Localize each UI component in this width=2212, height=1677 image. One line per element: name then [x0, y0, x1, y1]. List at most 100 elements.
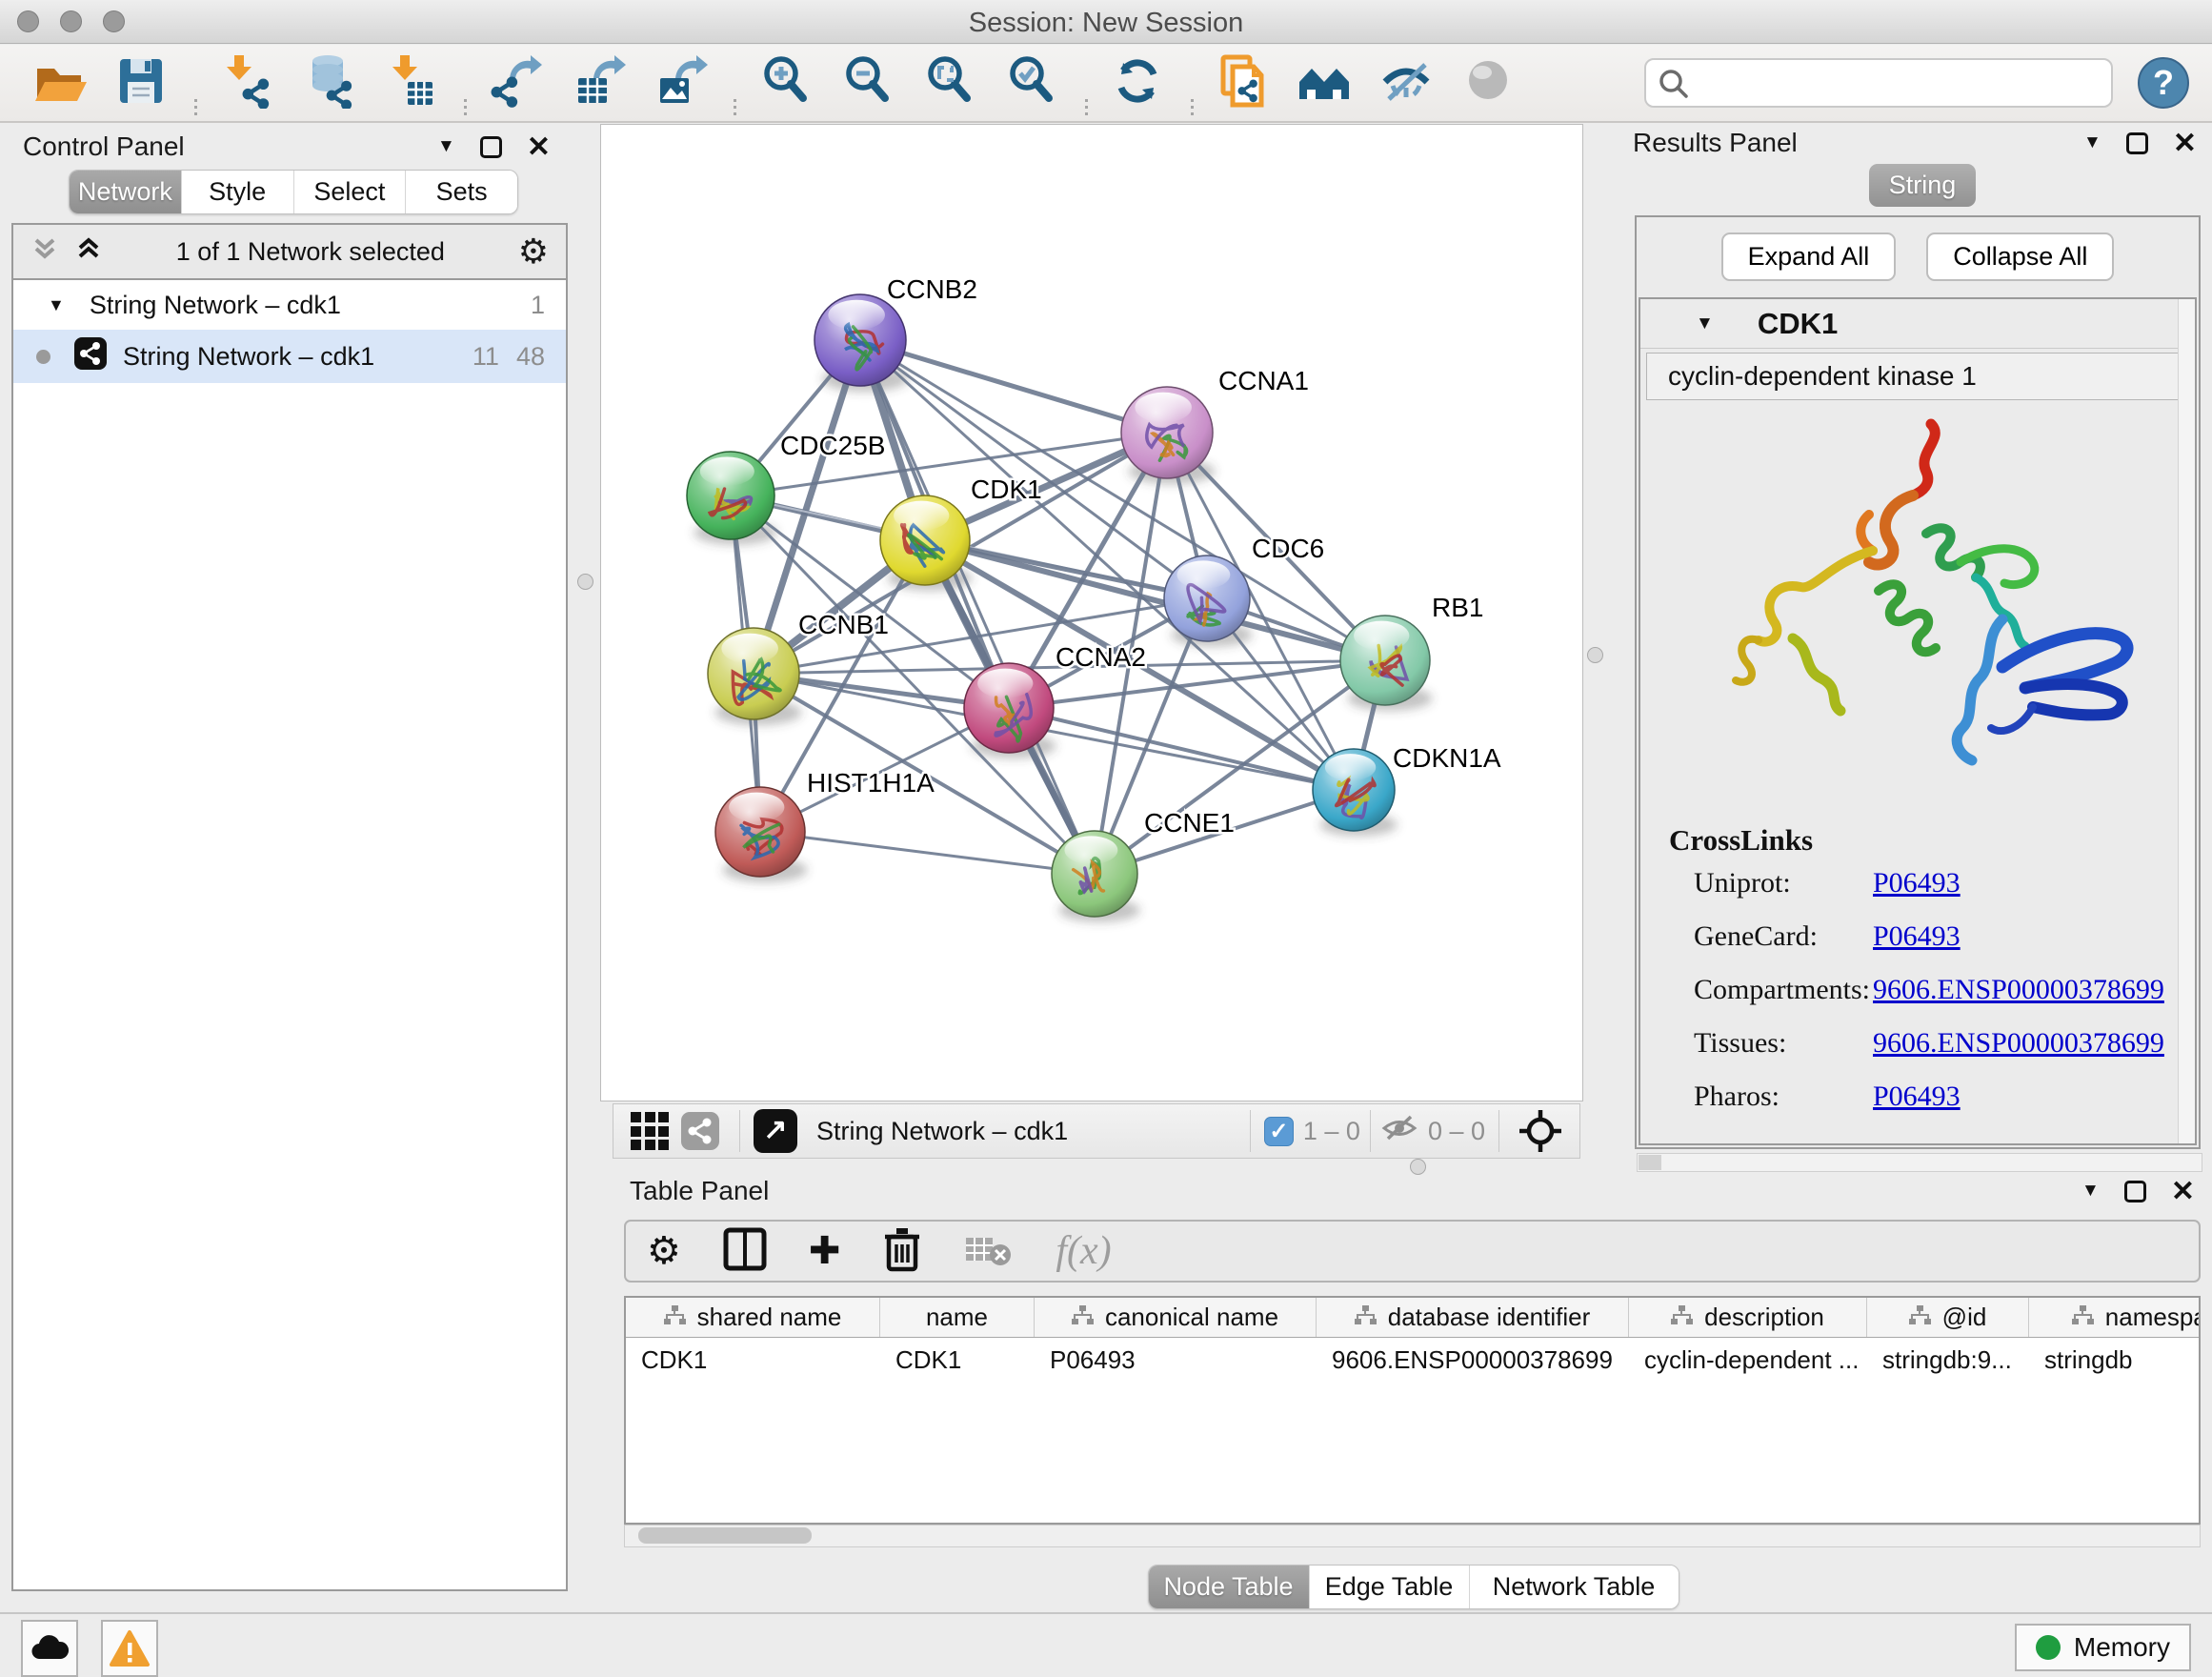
- string-home-button[interactable]: [1295, 51, 1356, 111]
- tab-network[interactable]: Network: [70, 171, 181, 213]
- zoom-out-button[interactable]: [837, 51, 898, 111]
- results-panel-float-icon[interactable]: [2126, 132, 2148, 154]
- hide-graphics-button[interactable]: [1377, 51, 1438, 111]
- table-cell[interactable]: CDK1: [626, 1338, 880, 1380]
- delete-column-trash-icon[interactable]: [882, 1225, 922, 1278]
- results-panel-menu-icon[interactable]: ▼: [2083, 132, 2101, 153]
- warnings-button[interactable]: [101, 1620, 158, 1677]
- crosslink-link[interactable]: 9606.ENSP00000378699: [1873, 1027, 2164, 1060]
- crosslink-link[interactable]: 9606.ENSP00000378699: [1873, 974, 2164, 1006]
- table-cell[interactable]: CDK1: [880, 1338, 1035, 1380]
- memory-button[interactable]: Memory: [2015, 1624, 2191, 1671]
- search-input[interactable]: [1644, 58, 2113, 108]
- table-hscrollbar[interactable]: [624, 1525, 2201, 1547]
- control-panel-menu-icon[interactable]: ▼: [437, 136, 455, 157]
- column-header-shared-name[interactable]: shared name: [626, 1298, 880, 1337]
- node-CCNA1[interactable]: [1121, 387, 1213, 478]
- node-RB1[interactable]: [1340, 616, 1430, 705]
- node-CDC25B[interactable]: [687, 452, 774, 539]
- tab-style[interactable]: Style: [181, 171, 293, 213]
- crosslink-link[interactable]: P06493: [1873, 920, 1961, 953]
- zoom-fit-button[interactable]: [919, 51, 980, 111]
- network-view-share-icon[interactable]: [680, 1111, 720, 1151]
- cdk1-collapse-icon[interactable]: ▼: [1696, 313, 1714, 334]
- save-session-button[interactable]: [111, 51, 171, 111]
- create-column-icon[interactable]: ✚: [809, 1230, 841, 1272]
- column-header-description[interactable]: description: [1629, 1298, 1867, 1337]
- column-header-database-identifier[interactable]: database identifier: [1317, 1298, 1629, 1337]
- fit-content-crosshair-icon[interactable]: [1518, 1109, 1562, 1153]
- node-CDC6[interactable]: [1164, 556, 1250, 641]
- column-header-@id[interactable]: @id: [1867, 1298, 2029, 1337]
- copy-network-button[interactable]: [1213, 51, 1274, 111]
- export-network-button[interactable]: [486, 51, 547, 111]
- collapse-all-button[interactable]: Collapse All: [1926, 232, 2114, 281]
- node-CCNA2[interactable]: [964, 663, 1054, 753]
- node-HIST1H1A[interactable]: [715, 787, 805, 877]
- zoom-in-icon: [758, 53, 814, 109]
- results-hscrollbar[interactable]: [1637, 1153, 2202, 1172]
- table-cell[interactable]: P06493: [1035, 1338, 1317, 1380]
- selected-items-checkbox[interactable]: ✓: [1264, 1117, 1294, 1146]
- left-splitter-handle[interactable]: [577, 574, 593, 590]
- tab-network-table[interactable]: Network Table: [1469, 1566, 1679, 1608]
- network-canvas[interactable]: CCNB2CCNA1CDC25BCDK1CDC6RB1CCNB1CCNA2CDK…: [600, 124, 1583, 1101]
- column-header-name[interactable]: name: [880, 1298, 1035, 1337]
- birdseye-view-icon[interactable]: ↗: [754, 1109, 797, 1153]
- table-panel-close-icon[interactable]: ✕: [2171, 1181, 2195, 1202]
- table-tabs: Node TableEdge TableNetwork Table: [1148, 1565, 1679, 1609]
- crosslink-link[interactable]: P06493: [1873, 867, 1961, 899]
- apply-preferred-layout-button[interactable]: [1107, 51, 1168, 111]
- open-session-button[interactable]: [29, 51, 90, 111]
- cloud-status-button[interactable]: [21, 1620, 78, 1677]
- network-options-gear-icon[interactable]: ⚙: [518, 234, 549, 269]
- zoom-in-button[interactable]: [755, 51, 816, 111]
- hidden-items-eye-icon[interactable]: [1380, 1112, 1418, 1151]
- table-cell[interactable]: 9606.ENSP00000378699: [1317, 1338, 1629, 1380]
- control-panel-float-icon[interactable]: [480, 136, 502, 158]
- node-label-CCNB1: CCNB1: [798, 610, 889, 639]
- node-CDK1[interactable]: [880, 495, 970, 585]
- right-splitter-handle[interactable]: [1587, 647, 1603, 663]
- table-cell[interactable]: cyclin-dependent ...: [1629, 1338, 1867, 1380]
- control-panel-close-icon[interactable]: ✕: [527, 136, 551, 158]
- show-column-panel-icon[interactable]: [723, 1225, 767, 1278]
- export-table-button[interactable]: [568, 51, 629, 111]
- crosslink-link[interactable]: P06493: [1873, 1081, 1961, 1113]
- show-graphics-button[interactable]: [1458, 51, 1519, 111]
- import-network-file-button[interactable]: [216, 51, 277, 111]
- collection-expand-icon[interactable]: ▼: [48, 295, 65, 315]
- node-CCNE1[interactable]: [1052, 831, 1137, 917]
- tab-select[interactable]: Select: [293, 171, 406, 213]
- table-panel-menu-icon[interactable]: ▼: [2081, 1181, 2100, 1202]
- network-collection-row[interactable]: ▼ String Network – cdk1 1: [13, 280, 566, 330]
- expand-all-networks-icon[interactable]: [30, 234, 59, 270]
- table-panel-float-icon[interactable]: [2124, 1181, 2146, 1202]
- tab-string[interactable]: String: [1869, 164, 1976, 207]
- tab-edge-table[interactable]: Edge Table: [1309, 1566, 1469, 1608]
- table-cell[interactable]: stringdb: [2029, 1338, 2201, 1380]
- help-button[interactable]: ?: [2138, 57, 2189, 109]
- column-header-canonical-name[interactable]: canonical name: [1035, 1298, 1317, 1337]
- table-options-gear-icon[interactable]: ⚙: [647, 1230, 681, 1272]
- tab-sets[interactable]: Sets: [405, 171, 517, 213]
- import-network-database-button[interactable]: [298, 51, 359, 111]
- column-header-namespace[interactable]: namespace: [2029, 1298, 2201, 1337]
- node-CCNB1[interactable]: [708, 628, 799, 719]
- expand-all-button[interactable]: Expand All: [1721, 232, 1897, 281]
- results-panel-close-icon[interactable]: ✕: [2173, 132, 2197, 154]
- table-cell[interactable]: stringdb:9...: [1867, 1338, 2029, 1380]
- results-scrollbar[interactable]: [2178, 299, 2195, 1143]
- show-grid-icon[interactable]: [631, 1112, 669, 1150]
- toolbar-separator: [1085, 99, 1088, 115]
- node-CCNB2[interactable]: [814, 294, 906, 386]
- import-table-file-button[interactable]: [380, 51, 441, 111]
- network-row-selected[interactable]: String Network – cdk1 11 48: [13, 330, 566, 383]
- tab-node-table[interactable]: Node Table: [1149, 1566, 1309, 1608]
- collapse-all-networks-icon[interactable]: [74, 234, 103, 270]
- zoom-selected-button[interactable]: [1001, 51, 1062, 111]
- export-image-button[interactable]: [650, 51, 711, 111]
- table-row[interactable]: CDK1CDK1P064939606.ENSP00000378699cyclin…: [626, 1338, 2199, 1380]
- node-CDKN1A[interactable]: [1313, 749, 1395, 831]
- crosslink-label: GeneCard:: [1694, 920, 1873, 953]
